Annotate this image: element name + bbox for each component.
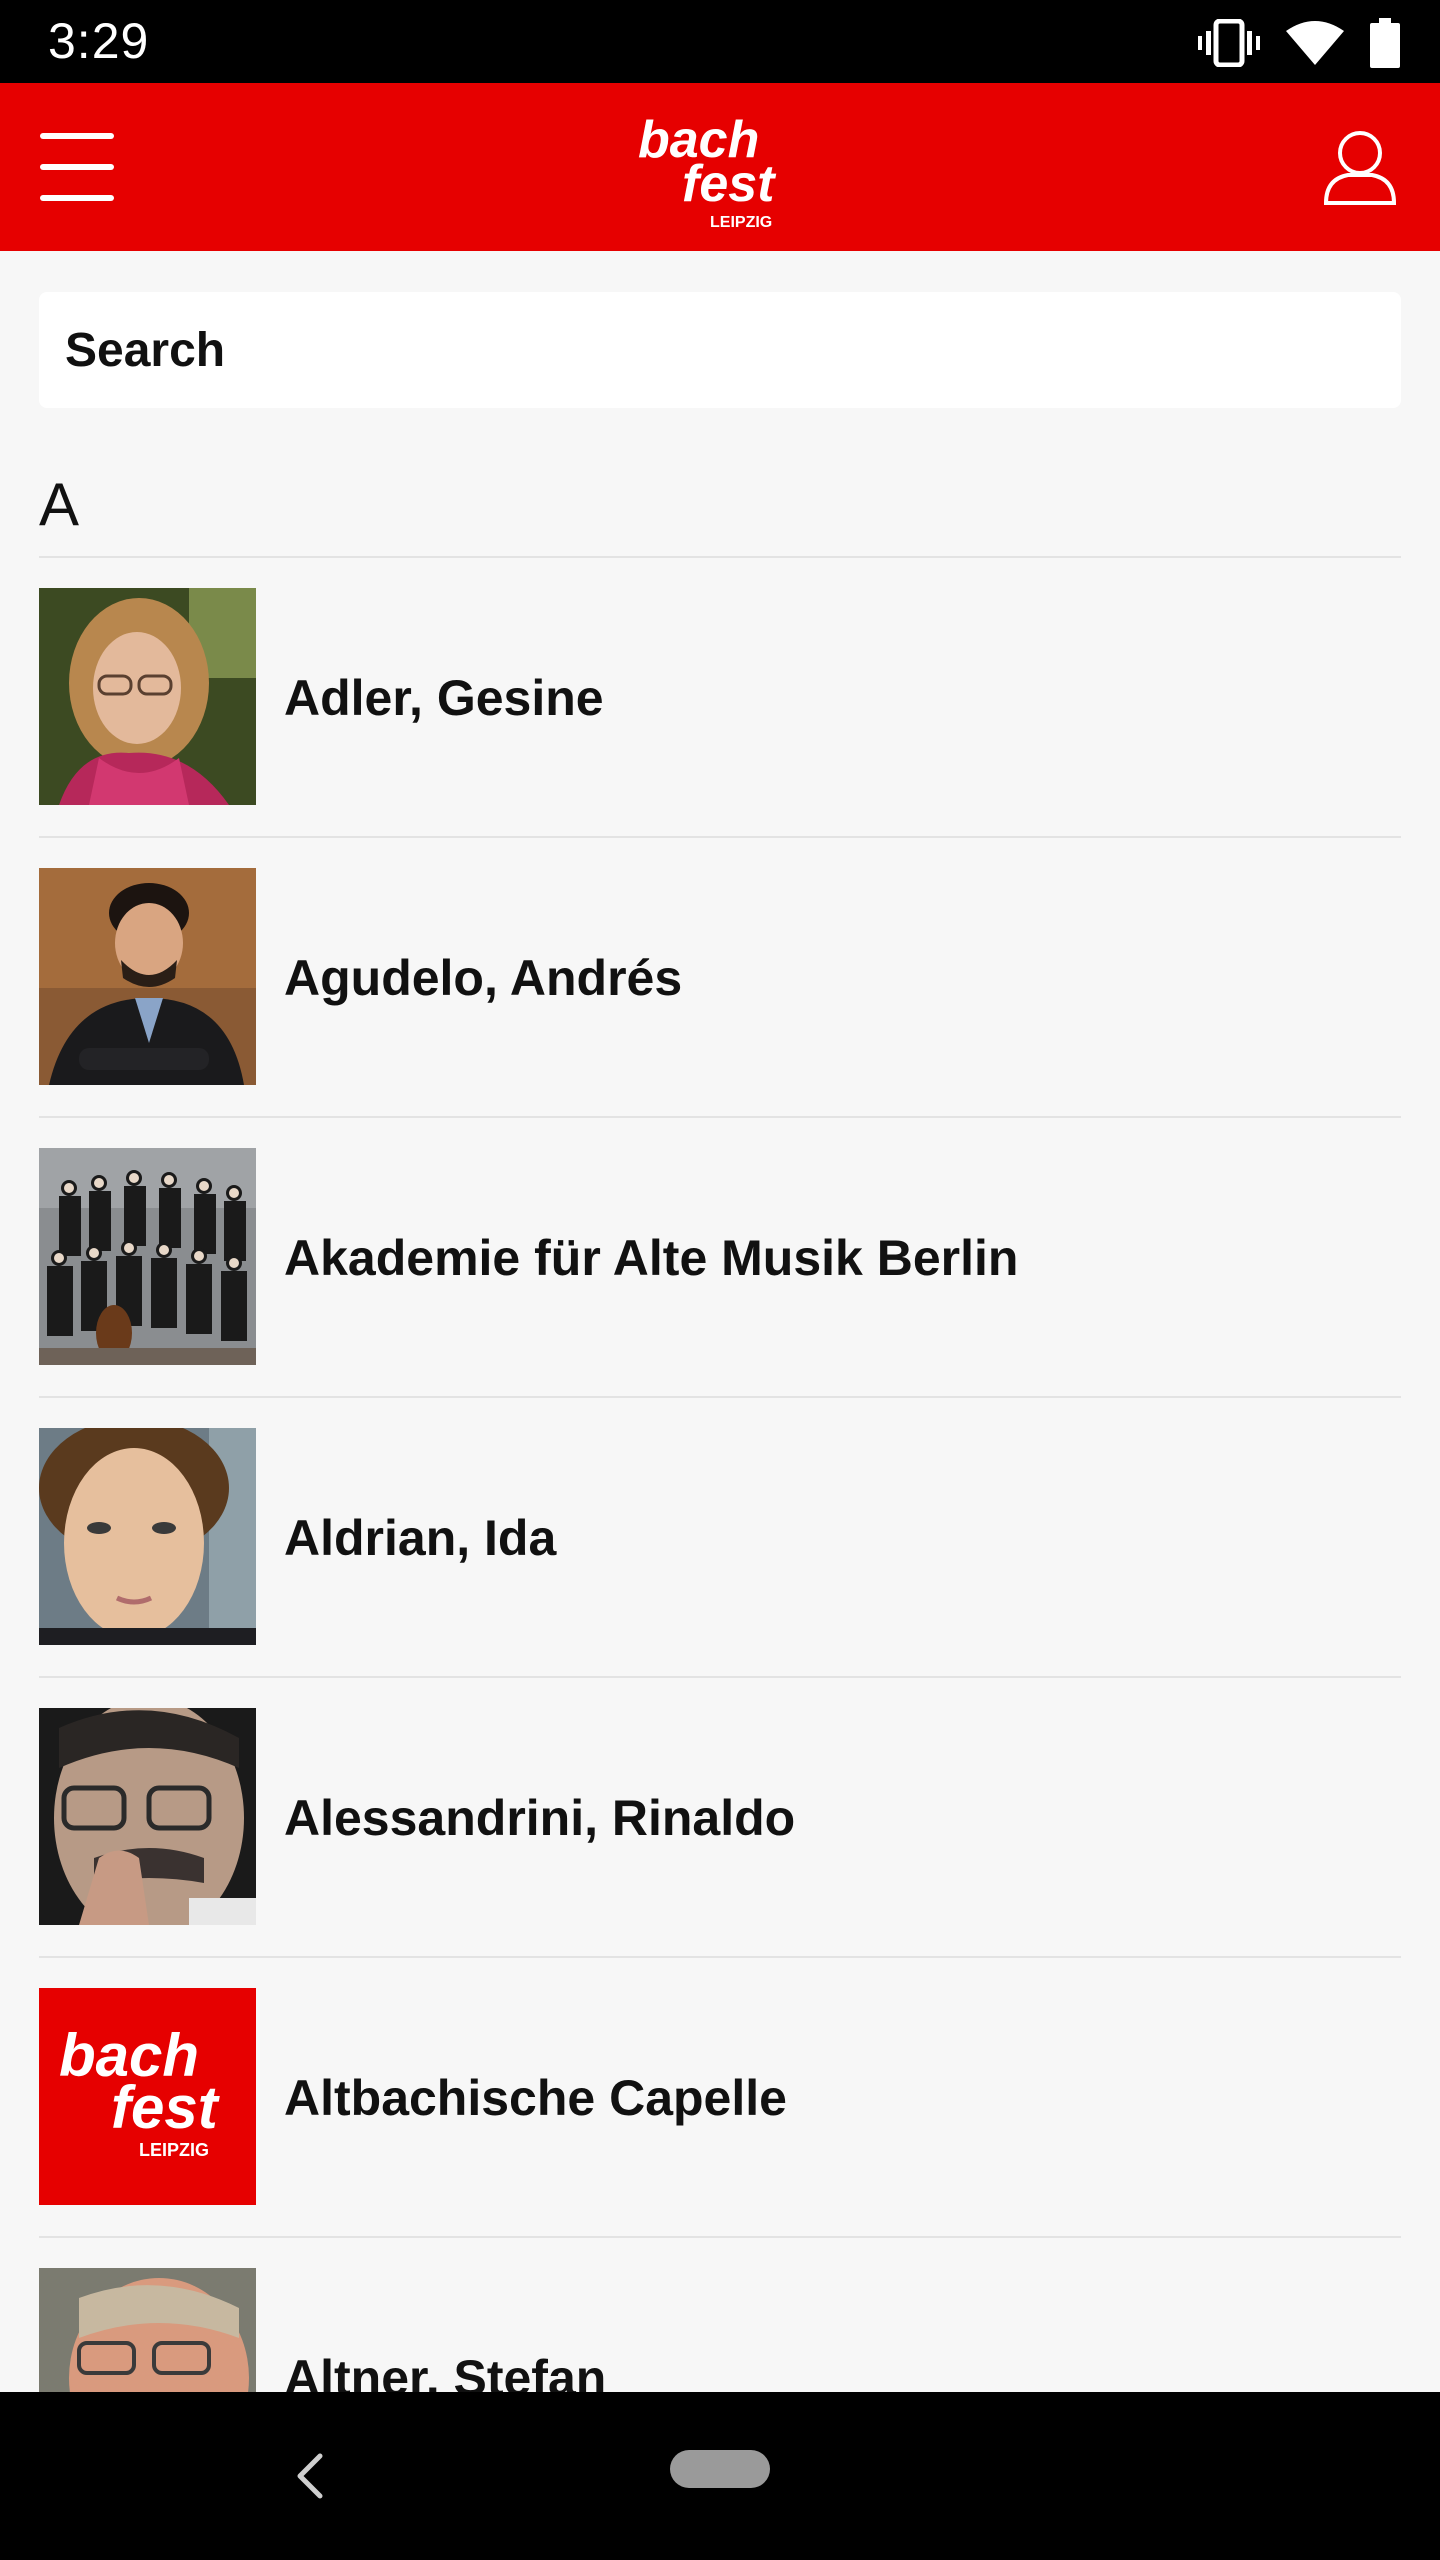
artist-photo [39,1708,256,1925]
menu-button[interactable] [40,133,114,201]
list-item[interactable]: bach fest LEIPZIG Altbachische Capelle [39,1958,1401,2238]
menu-icon-bar [40,164,114,170]
system-nav-bar [0,2392,1440,2560]
svg-text:LEIPZIG: LEIPZIG [710,214,772,231]
artist-photo-logo: bach fest LEIPZIG [39,1988,256,2205]
list-item[interactable]: Akademie für Alte Musik Berlin [39,1118,1401,1398]
artist-name: Altner, Stefan [284,2350,607,2392]
bachfest-logo: bach fest LEIPZIG [638,113,777,231]
battery-icon [1370,18,1400,68]
artist-name: Alessandrini, Rinaldo [284,1790,796,1846]
menu-icon-bar [40,195,114,201]
status-bar: 3:29 [0,0,1440,83]
app-bar: bach fest LEIPZIG [0,83,1440,251]
artist-name: Agudelo, Andrés [284,950,683,1006]
section-letter: A [39,471,80,538]
artist-photo [39,1148,256,1365]
back-icon[interactable] [290,2450,330,2502]
svg-text:fest: fest [682,155,777,213]
list-item[interactable]: Altner, Stefan [39,2238,1401,2392]
home-pill-icon[interactable] [670,2450,770,2488]
artist-name: Adler, Gesine [284,670,604,726]
artist-photo [39,2268,256,2392]
artist-name: Aldrian, Ida [284,1510,557,1566]
list-item[interactable]: Alessandrini, Rinaldo [39,1678,1401,1958]
list-item[interactable]: Adler, Gesine [39,558,1401,838]
wifi-icon [1286,21,1344,65]
status-time: 3:29 [48,13,150,69]
artist-photo [39,868,256,1085]
list-item[interactable]: Agudelo, Andrés [39,838,1401,1118]
user-icon[interactable] [1320,127,1400,207]
svg-text:fest: fest [111,2074,221,2141]
artist-name: Akademie für Alte Musik Berlin [284,1230,1019,1286]
search-input[interactable] [39,292,1401,408]
artist-name: Altbachische Capelle [284,2070,787,2126]
artist-photo [39,1428,256,1645]
menu-icon-bar [40,133,114,139]
artist-photo [39,588,256,805]
status-icons [1198,18,1400,68]
list-item[interactable]: Aldrian, Ida [39,1398,1401,1678]
artist-list: Adler, Gesine Agudelo, Andrés Akademie f… [39,558,1401,2392]
search-box [39,292,1401,408]
vibrate-icon [1198,19,1260,67]
svg-text:LEIPZIG: LEIPZIG [139,2140,209,2160]
